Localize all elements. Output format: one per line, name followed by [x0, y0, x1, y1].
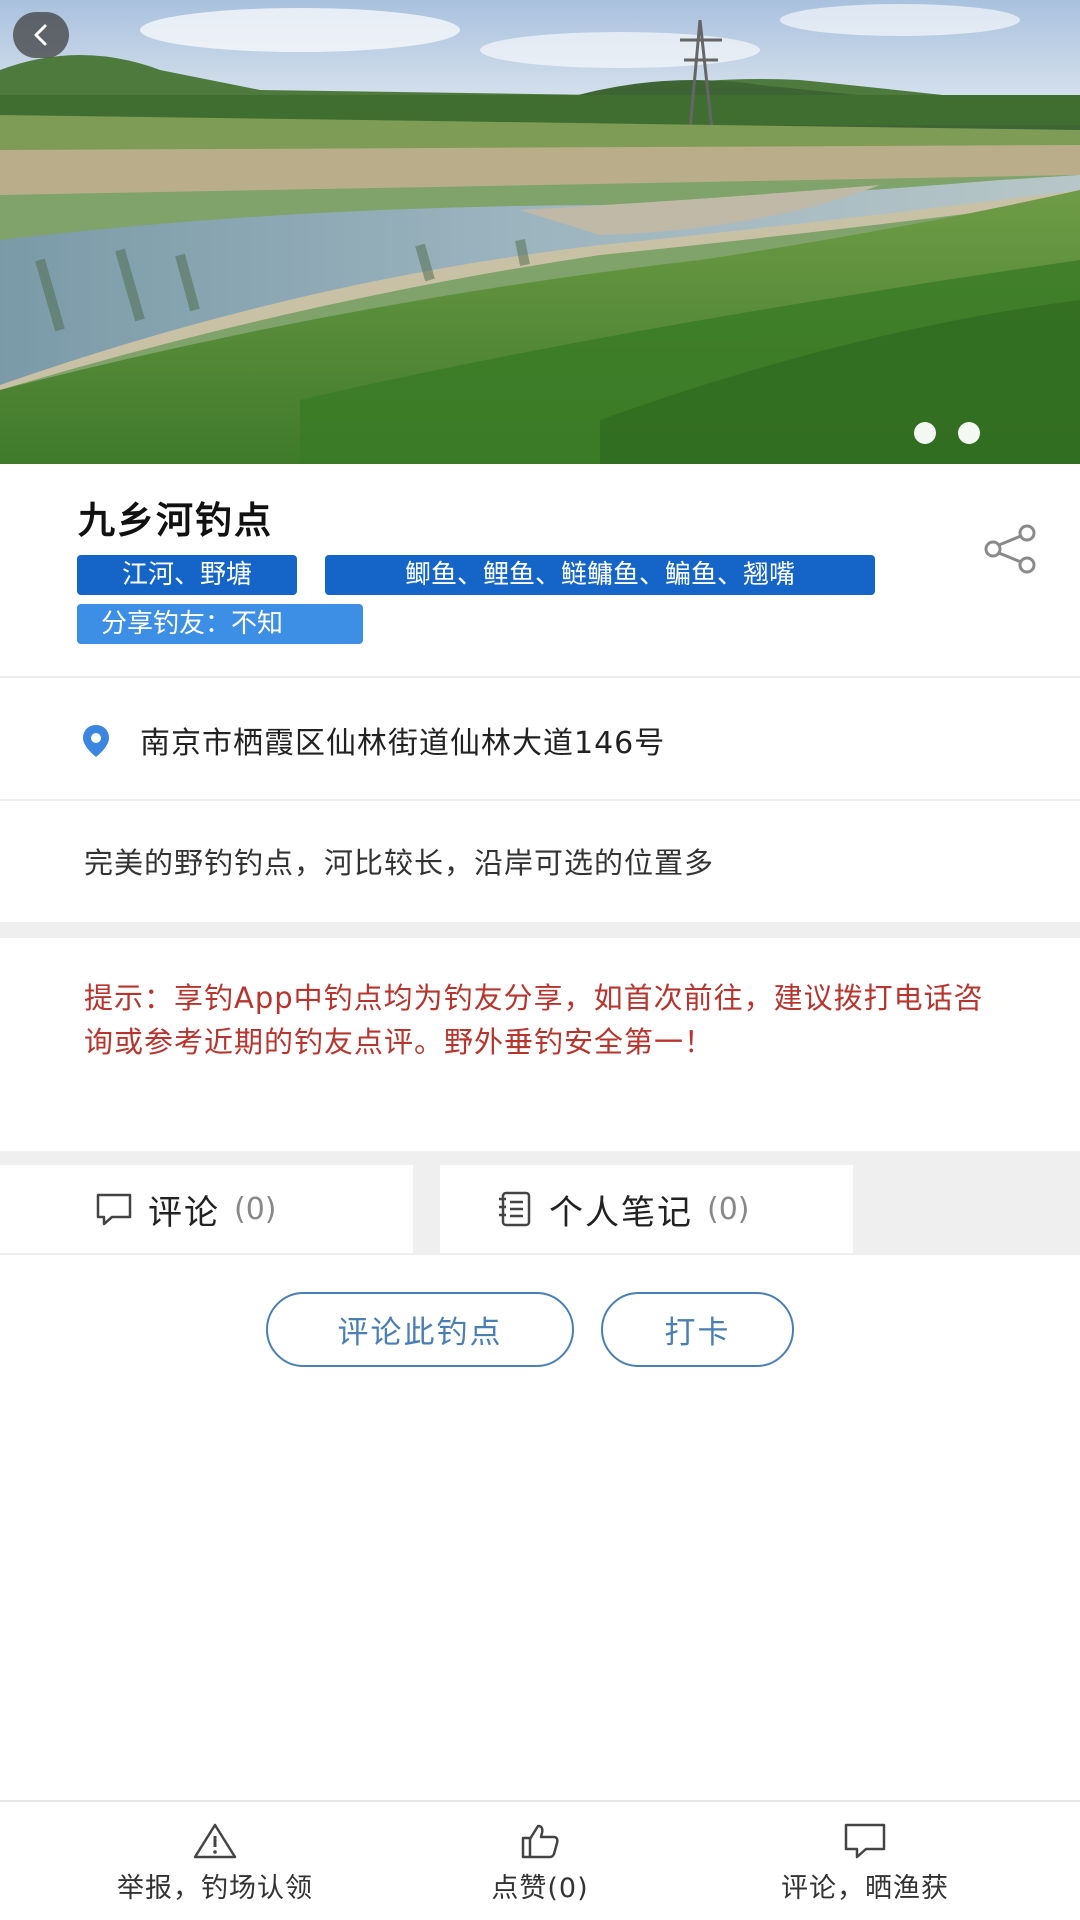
report-button[interactable]: 举报，钓场认领: [70, 1802, 360, 1920]
warning-icon: [193, 1823, 237, 1859]
comment-icon: [844, 1823, 886, 1859]
like-label: 点赞(0): [491, 1873, 589, 1904]
water-type-tag: 江河、野塘: [77, 555, 297, 595]
fish-species-tag: 鲫鱼、鲤鱼、鲢鳙鱼、鳊鱼、翘嘴: [325, 555, 875, 595]
safety-notice: 提示：享钓App中钓点均为钓友分享，如首次前往，建议拨打电话咨询或参考近期的钓友…: [0, 938, 1080, 1151]
section-divider: [0, 922, 1080, 938]
tab-comments-label: 评论: [148, 1192, 220, 1233]
spot-title: 九乡河钓点: [78, 499, 273, 542]
tab-comments-count: (0): [234, 1191, 277, 1227]
carousel-indicators: [914, 422, 980, 444]
tab-comments[interactable]: 评论 (0): [0, 1165, 413, 1253]
spot-photo-carousel[interactable]: [0, 0, 1080, 464]
comment-label: 评论，晒渔获: [781, 1873, 949, 1904]
checkin-button[interactable]: 打卡: [601, 1292, 794, 1367]
back-button[interactable]: [13, 12, 69, 58]
comment-button[interactable]: 评论，晒渔获: [720, 1802, 1010, 1920]
report-label: 举报，钓场认领: [117, 1873, 313, 1904]
bottom-action-bar: 举报，钓场认领 点赞(0) 评论，晒渔获: [0, 1800, 1080, 1920]
location-pin-icon: [83, 725, 109, 757]
river-landscape-photo: [0, 0, 1080, 464]
chevron-left-icon: [34, 24, 47, 46]
notebook-icon: [499, 1191, 531, 1227]
like-button[interactable]: 点赞(0): [430, 1802, 650, 1920]
spot-info: 九乡河钓点 江河、野塘 鲫鱼、鲤鱼、鲢鳙鱼、鳊鱼、翘嘴 分享钓友：不知: [0, 464, 1080, 678]
share-icon[interactable]: [982, 524, 1038, 574]
address-text: 南京市栖霞区仙林街道仙林大道146号: [140, 726, 666, 761]
tab-notes[interactable]: 个人笔记 (0): [440, 1165, 853, 1253]
carousel-dot[interactable]: [914, 422, 936, 444]
safety-notice-text: 提示：享钓App中钓点均为钓友分享，如首次前往，建议拨打电话咨询或参考近期的钓友…: [84, 981, 984, 1059]
sharer-tag: 分享钓友：不知: [77, 604, 363, 644]
review-spot-button[interactable]: 评论此钓点: [266, 1292, 574, 1367]
address-row[interactable]: 南京市栖霞区仙林街道仙林大道146号: [0, 678, 1080, 801]
tab-notes-count: (0): [707, 1191, 750, 1227]
tab-notes-label: 个人笔记: [549, 1192, 693, 1233]
carousel-dot[interactable]: [958, 422, 980, 444]
thumbs-up-icon: [521, 1824, 559, 1859]
comment-icon: [96, 1193, 132, 1226]
description-row: 完美的野钓钓点，河比较长，沿岸可选的位置多: [0, 801, 1080, 922]
description-text: 完美的野钓钓点，河比较长，沿岸可选的位置多: [84, 846, 715, 880]
